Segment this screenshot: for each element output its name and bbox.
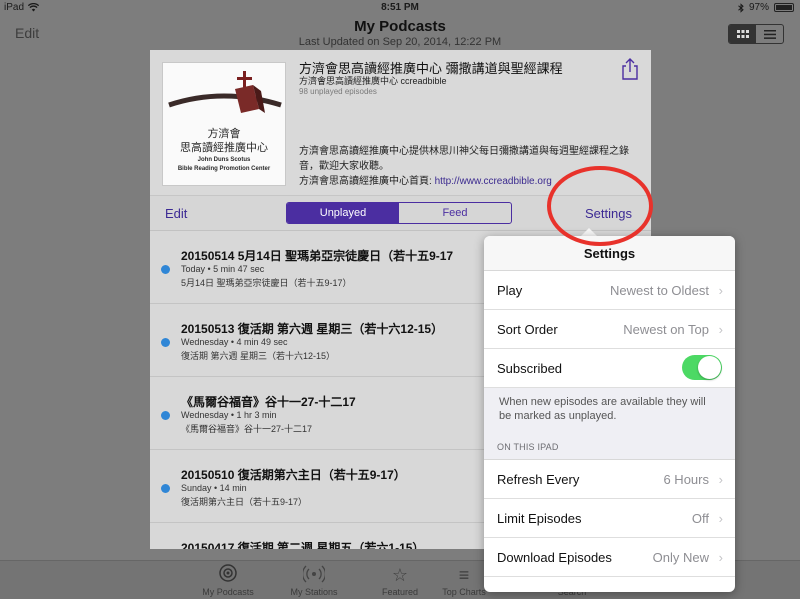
section-header: ON THIS IPAD (484, 430, 735, 460)
setting-label: Download Episodes (497, 550, 612, 565)
setting-value: Newest on Top (623, 322, 709, 337)
popover-title: Settings (484, 236, 735, 271)
artwork-en-line1: John Duns Scotus (197, 157, 251, 163)
subscribed-footnote: When new episodes are available they wil… (484, 388, 735, 430)
segment-feed[interactable]: Feed (399, 203, 511, 223)
tab-my-stations[interactable]: My Stations (274, 563, 354, 597)
unplayed-dot-icon (161, 411, 170, 420)
unplayed-count: 98 unplayed episodes (299, 87, 377, 96)
podcast-artwork[interactable]: 方濟會 思高讀經推廣中心 John Duns Scotus Bible Read… (162, 62, 286, 186)
grid-icon (736, 29, 749, 38)
podcast-icon (219, 564, 237, 582)
artwork-en-line2: Bible Reading Promotion Center (177, 166, 271, 172)
setting-label: Limit Episodes (497, 511, 582, 526)
unplayed-dot-icon (161, 265, 170, 274)
setting-label: Sort Order (497, 322, 558, 337)
view-toggle (728, 24, 784, 44)
setting-limit-episodes[interactable]: Limit Episodes Off › (484, 499, 735, 538)
battery-percent: 97% (748, 2, 769, 13)
setting-value: Off (691, 511, 709, 526)
toggle-knob (698, 356, 721, 379)
episode-title: 20150514 5月14日 聖瑪弟亞宗徒慶日（若十五9-17 (181, 249, 454, 263)
episode-title: 20150513 復活期 第六週 星期三（若十六12-15） (181, 322, 444, 336)
list-icon (763, 29, 776, 39)
homepage-label: 方濟會思高讀經推廣中心首頁: (299, 176, 435, 187)
unplayed-dot-icon (161, 338, 170, 347)
tab-my-podcasts[interactable]: My Podcasts (188, 563, 268, 597)
episode-filter-control: Unplayed Feed (286, 202, 512, 224)
chevron-right-icon: › (718, 322, 723, 337)
settings-button[interactable]: Settings (585, 206, 632, 221)
status-bar: iPad 8:51 PM 97% (0, 0, 800, 16)
artwork-title-line2: 思高讀經推廣中心 (180, 141, 268, 154)
unplayed-dot-icon (161, 484, 170, 493)
setting-subscribed: Subscribed (484, 349, 735, 388)
podcast-description: 方濟會思高讀經推廣中心提供林思川神父每日彌撒講道與每週聖經課程之錄音，歡迎大家收… (299, 144, 637, 189)
episode-meta: Wednesday • 1 hr 3 min (181, 410, 277, 420)
setting-label: Subscribed (497, 361, 563, 376)
share-button[interactable] (620, 58, 640, 80)
share-icon (622, 58, 638, 80)
chevron-right-icon: › (718, 472, 723, 487)
episode-meta: Sunday • 14 min (181, 483, 247, 493)
setting-play[interactable]: Play Newest to Oldest › (484, 271, 735, 310)
segment-unplayed[interactable]: Unplayed (287, 203, 399, 223)
battery-icon (774, 3, 794, 12)
homepage-link[interactable]: http://www.ccreadbible.org (435, 176, 552, 187)
chevron-right-icon: › (718, 511, 723, 526)
tab-label: Featured (381, 587, 419, 597)
grid-view-button[interactable] (729, 25, 756, 43)
episode-title: 《馬爾谷福音》谷十一27-十二17 (181, 395, 356, 409)
podcast-header: 方濟會 思高讀經推廣中心 John Duns Scotus Bible Read… (150, 50, 651, 195)
episode-meta: Today • 5 min 47 sec (181, 264, 265, 274)
podcast-author: 方濟會思高讀經推廣中心 ccreadbible (299, 76, 447, 86)
last-updated-text: Last Updated on Sep 20, 2014, 12:22 PM (298, 36, 502, 48)
list-view-button[interactable] (756, 25, 783, 43)
tab-label: My Podcasts (202, 587, 254, 597)
subscribed-toggle[interactable] (682, 355, 722, 380)
page-title: My Podcasts (354, 18, 446, 35)
bluetooth-icon (738, 2, 744, 13)
chevron-right-icon: › (718, 550, 723, 565)
setting-sort-order[interactable]: Sort Order Newest on Top › (484, 310, 735, 349)
settings-popover: Settings Play Newest to Oldest › Sort Or… (484, 236, 735, 592)
chevron-right-icon: › (718, 283, 723, 298)
nav-bar: Edit My Podcasts Last Updated on Sep 20,… (0, 16, 800, 50)
tab-label: Top Charts (442, 587, 486, 597)
episode-description: 5月14日 聖瑪弟亞宗徒慶日（若十五9-17） (181, 278, 352, 288)
description-text: 方濟會思高讀經推廣中心提供林思川神父每日彌撒講道與每週聖經課程之錄音，歡迎大家收… (299, 146, 629, 172)
setting-value: Newest to Oldest (610, 283, 709, 298)
episode-meta: Wednesday • 4 min 49 sec (181, 337, 288, 347)
tab-label: My Stations (290, 587, 338, 597)
setting-download-episodes[interactable]: Download Episodes Only New › (484, 538, 735, 577)
setting-label: Refresh Every (497, 472, 580, 487)
episode-description: 復活期第六主日（若十五9-17） (181, 497, 308, 507)
setting-value: 6 Hours (663, 472, 709, 487)
episode-title: 20150510 復活期第六主日（若十五9-17） (181, 468, 406, 482)
stations-icon (303, 565, 325, 583)
setting-value: Only New (652, 550, 709, 565)
cross-bible-logo-icon (168, 71, 282, 113)
setting-label: Play (497, 283, 523, 298)
episode-description: 復活期 第六週 星期三（若十六12-15） (181, 351, 336, 361)
episode-title: 20150417 復活期 第二週 星期五（若六1-15） (181, 541, 425, 549)
episode-description: 《馬爾谷福音》谷十一27-十二17 (181, 424, 313, 434)
episodes-edit-button[interactable]: Edit (165, 206, 187, 221)
clock: 8:51 PM (381, 2, 419, 13)
setting-refresh-every[interactable]: Refresh Every 6 Hours › (484, 460, 735, 499)
episode-controls: Edit Unplayed Feed Settings (150, 195, 651, 231)
